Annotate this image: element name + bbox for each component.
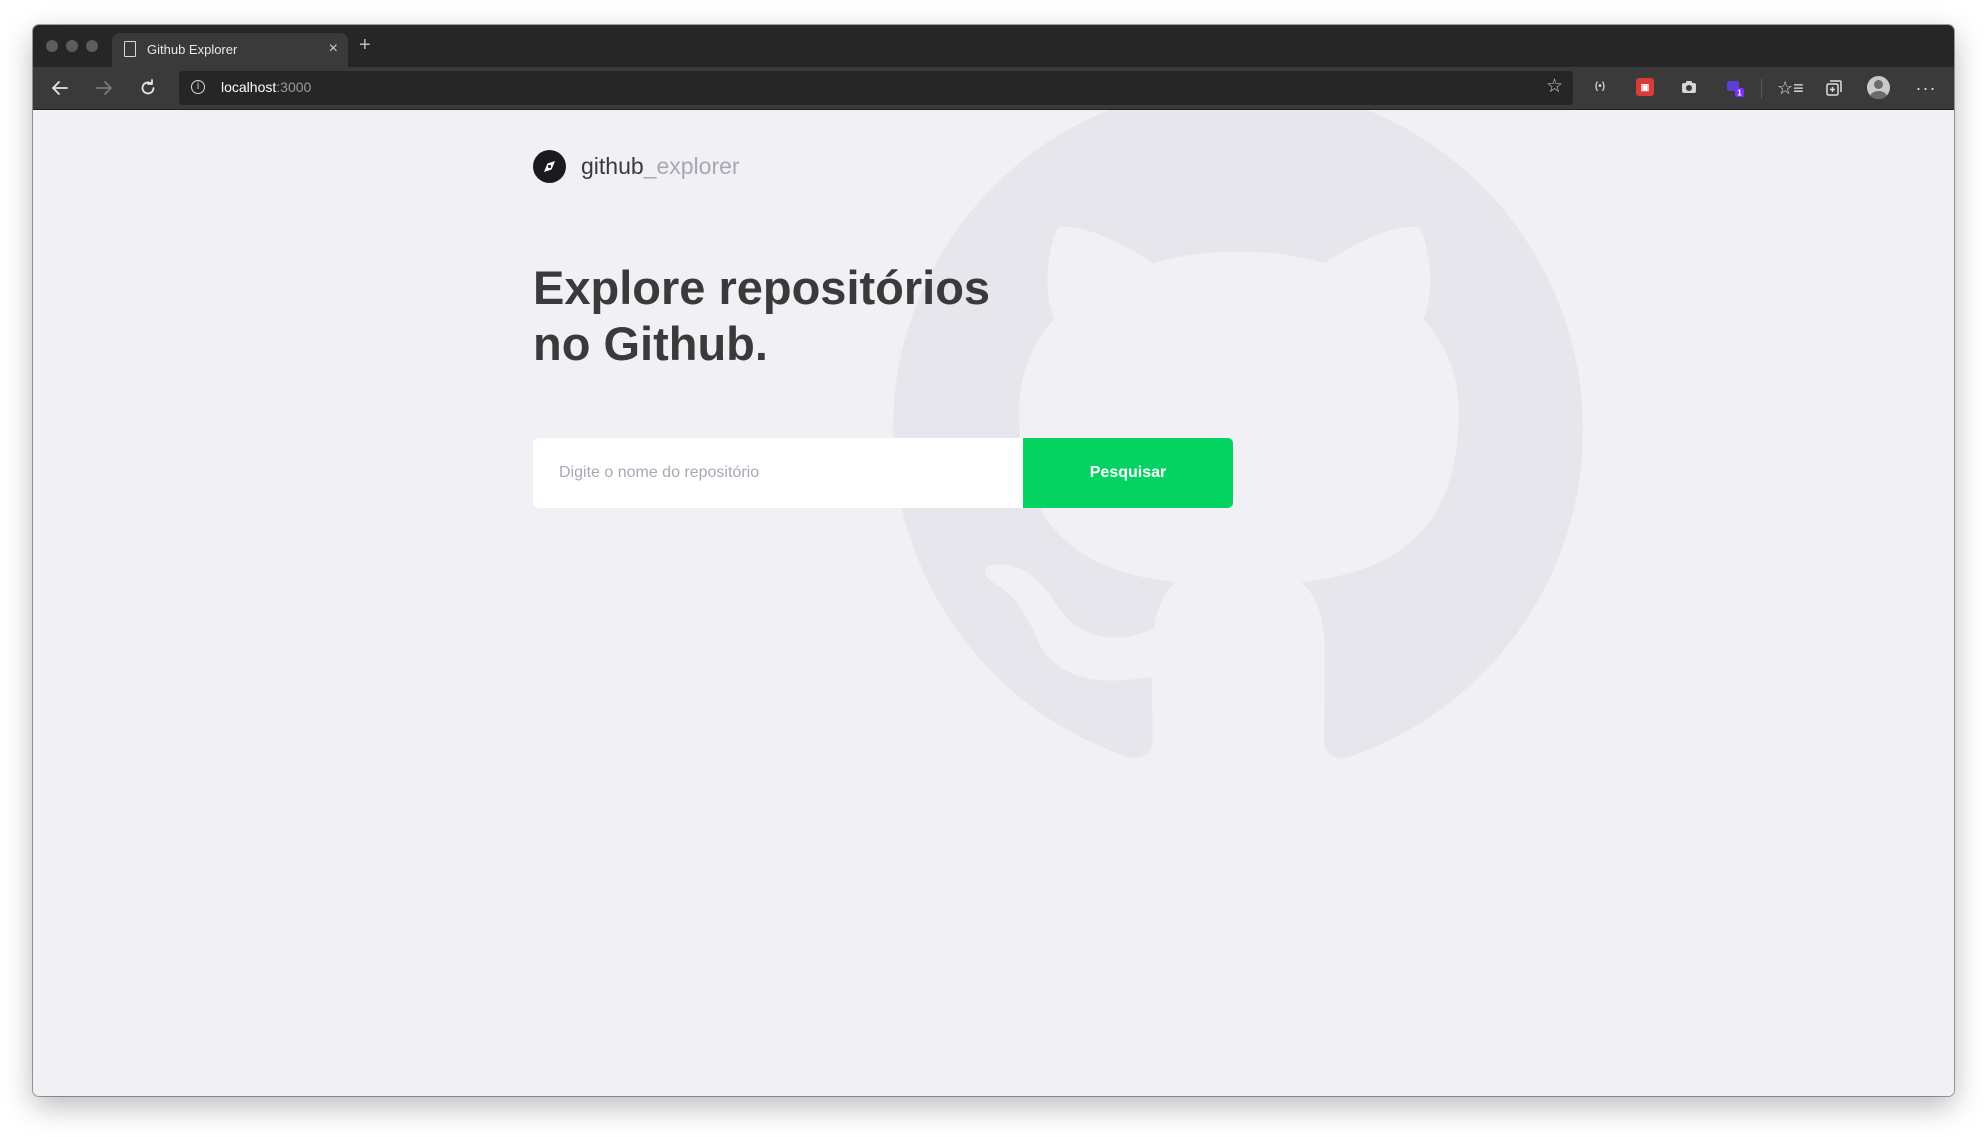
browser-window: Github Explorer × + i localhost:3000 ☆ (… bbox=[33, 25, 1954, 1096]
page-title: Explore repositórios no Github. bbox=[533, 260, 1093, 372]
camera-glyph bbox=[1682, 81, 1696, 93]
reload-icon bbox=[141, 79, 155, 95]
address-bar[interactable]: i localhost:3000 ☆ bbox=[179, 71, 1573, 105]
star-icon[interactable]: ☆ bbox=[1546, 76, 1563, 98]
browser-titlebar: Github Explorer × + bbox=[33, 25, 1954, 67]
collections-glyph bbox=[1826, 80, 1842, 96]
profile-avatar[interactable] bbox=[1867, 76, 1890, 99]
back-button[interactable] bbox=[47, 75, 73, 101]
url-host: localhost bbox=[221, 79, 277, 95]
favorites-icon[interactable]: ☆≡ bbox=[1777, 75, 1804, 101]
close-window-button[interactable] bbox=[46, 40, 58, 52]
camera-icon[interactable] bbox=[1680, 78, 1698, 96]
document-icon bbox=[124, 41, 136, 57]
tab-title: Github Explorer bbox=[147, 42, 238, 57]
page-content: github_explorer Explore repositórios no … bbox=[33, 110, 1954, 1096]
browser-tab[interactable]: Github Explorer × bbox=[112, 33, 348, 67]
info-icon[interactable]: i bbox=[191, 80, 205, 94]
collections-icon[interactable] bbox=[1821, 75, 1847, 101]
compass-glyph bbox=[544, 161, 555, 172]
extension-badge: 1 bbox=[1737, 89, 1742, 98]
page-title-line2: no Github. bbox=[533, 317, 768, 370]
browser-toolbar: i localhost:3000 ☆ (•) ▣ 1 ☆≡ ··· bbox=[33, 67, 1954, 110]
extension-purple-icon[interactable]: 1 bbox=[1725, 78, 1744, 98]
brand-logo[interactable]: github_explorer bbox=[533, 150, 740, 183]
maximize-window-button[interactable] bbox=[86, 40, 98, 52]
extension-broadcast-icon[interactable]: (•) bbox=[1591, 78, 1609, 96]
reload-button[interactable] bbox=[135, 75, 161, 101]
extension-red-icon[interactable]: ▣ bbox=[1636, 78, 1654, 96]
forward-button[interactable] bbox=[91, 75, 117, 101]
search-form: Pesquisar bbox=[533, 438, 1233, 508]
arrow-right-icon bbox=[96, 81, 112, 95]
toolbar-divider bbox=[1761, 79, 1762, 99]
page-title-line1: Explore repositórios bbox=[533, 261, 991, 314]
url-port: :3000 bbox=[276, 79, 312, 95]
brand-name: github_explorer bbox=[581, 153, 740, 180]
close-tab-icon[interactable]: × bbox=[329, 39, 338, 59]
repository-search-input[interactable] bbox=[533, 438, 1023, 508]
minimize-window-button[interactable] bbox=[66, 40, 78, 52]
compass-icon bbox=[533, 150, 566, 183]
brand-name-suffix: _explorer bbox=[643, 153, 740, 179]
search-button[interactable]: Pesquisar bbox=[1023, 438, 1233, 508]
url-text[interactable]: localhost:3000 bbox=[221, 79, 311, 95]
more-options-icon[interactable]: ··· bbox=[1913, 75, 1939, 101]
arrow-left-icon bbox=[52, 81, 68, 95]
puzzle-glyph: 1 bbox=[1727, 81, 1744, 98]
new-tab-button[interactable]: + bbox=[359, 34, 371, 56]
brand-name-main: github bbox=[581, 153, 644, 179]
